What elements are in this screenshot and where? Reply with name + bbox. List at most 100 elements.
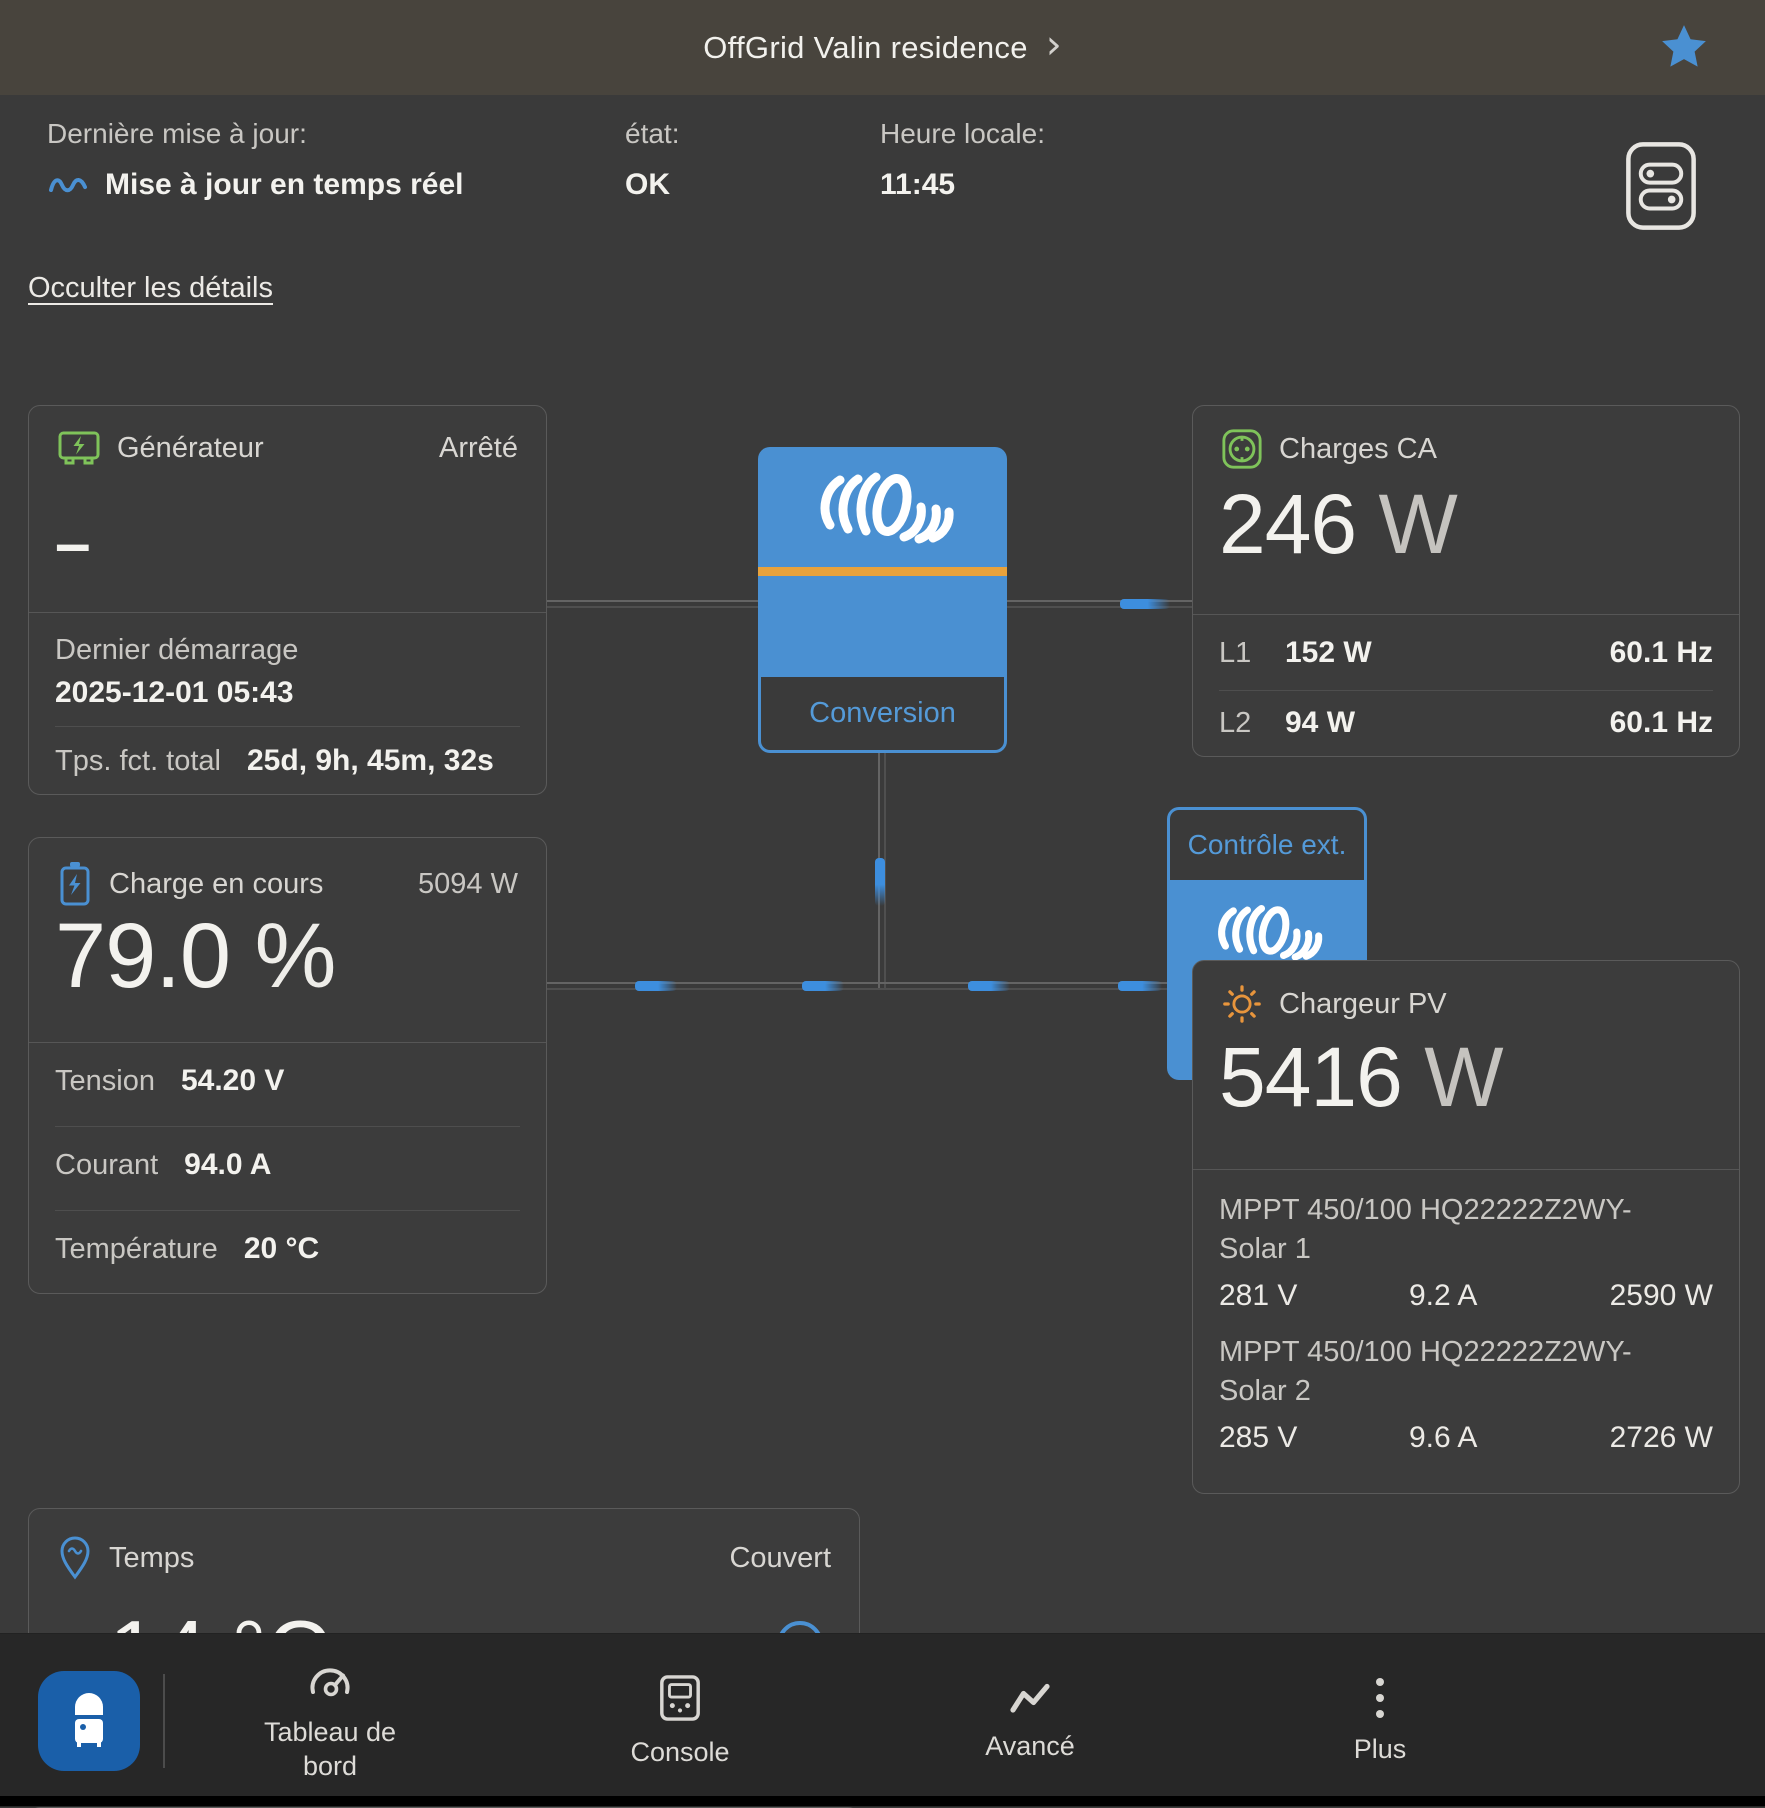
power-flow-dash (968, 981, 1010, 991)
battery-row: Courant 94.0 A (55, 1148, 271, 1182)
pv-power-value: 5416 (1219, 1030, 1402, 1124)
power-flow-dash (635, 981, 677, 991)
battery-card[interactable]: Charge en cours 5094 W 79.0 % Tension 54… (28, 837, 547, 1294)
status-last-update: Dernière mise à jour: Mise à jour en tem… (47, 118, 463, 202)
tracker-voltage: 285 V (1219, 1421, 1409, 1455)
realtime-wave-icon (47, 171, 89, 199)
runtime-value: 25d, 9h, 45m, 32s (247, 744, 494, 778)
ac-loads-card[interactable]: Charges CA 246 W L1 152 W 60.1 Hz L2 94 … (1192, 405, 1740, 757)
location-pin-icon (57, 1535, 93, 1581)
pv-tracker-name: MPPT 450/100 HQ22222Z2WY-Solar 2 (1219, 1333, 1699, 1411)
site-title-button[interactable]: OffGrid Valin residence › (703, 30, 1062, 66)
ac-power-unit: W (1379, 477, 1457, 571)
tracker-current: 9.6 A (1409, 1421, 1599, 1455)
tab-more[interactable]: Plus (1260, 1634, 1500, 1807)
ac-power-value: 246 (1219, 477, 1356, 571)
ac-line-row: L1 152 W 60.1 Hz (1219, 636, 1713, 670)
device-list-button[interactable] (38, 1671, 140, 1771)
tab-dashboard[interactable]: Tableau de bord (210, 1634, 450, 1807)
tracker-current: 9.2 A (1409, 1279, 1599, 1313)
generator-title: Générateur (117, 432, 264, 465)
line-freq: 60.1 Hz (1610, 636, 1713, 670)
tracker-power: 2726 W (1610, 1421, 1713, 1455)
bottom-navigation: Tableau de bord Console Avancé Plus (0, 1633, 1765, 1807)
tab-label: Plus (1354, 1732, 1407, 1766)
last-start-label: Dernier démarrage (55, 634, 298, 667)
victron-logo-icon (1208, 896, 1326, 968)
sun-icon (1221, 983, 1263, 1025)
chevron-right-icon: › (1046, 30, 1062, 60)
battery-row: Température 20 °C (55, 1232, 319, 1266)
tab-advanced[interactable]: Avancé (910, 1634, 1150, 1807)
tracker-power: 2590 W (1610, 1279, 1713, 1313)
wire-generator-inverter (545, 600, 759, 608)
battery-soc-value: 79.0 (55, 905, 230, 1007)
local-time-value: 11:45 (880, 168, 955, 202)
inverter-device-icon (69, 1693, 109, 1749)
home-indicator-strip (0, 1796, 1765, 1806)
generator-icon (57, 428, 101, 468)
line-watts: 152 W (1285, 636, 1372, 670)
gauge-icon (306, 1659, 354, 1703)
row-value: 54.20 V (181, 1064, 284, 1098)
row-label: Courant (55, 1149, 158, 1182)
inverter-device-image[interactable] (758, 447, 1007, 677)
power-flow-dash (1120, 599, 1170, 609)
top-bar: OffGrid Valin residence › (0, 0, 1765, 95)
last-update-label: Dernière mise à jour: (47, 118, 463, 150)
local-time-label: Heure locale: (880, 118, 1045, 150)
line-id: L2 (1219, 707, 1285, 740)
external-control-label: Contrôle ext. (1188, 829, 1347, 861)
ac-line-row: L2 94 W 60.1 Hz (1219, 706, 1713, 740)
line-id: L1 (1219, 637, 1285, 670)
pv-title: Chargeur PV (1279, 988, 1447, 1021)
row-value: 20 °C (244, 1232, 319, 1266)
toggles-icon (1625, 140, 1697, 232)
ac-socket-icon (1221, 428, 1263, 470)
power-flow-dash (1118, 981, 1162, 991)
row-value: 94.0 A (184, 1148, 271, 1182)
last-start-value: 2025-12-01 05:43 (55, 676, 294, 710)
controls-button[interactable] (1625, 140, 1697, 232)
pv-power-unit: W (1424, 1030, 1502, 1124)
page-title: OffGrid Valin residence (703, 30, 1028, 66)
state-value: OK (625, 168, 670, 202)
inverter-label: Conversion (809, 697, 956, 730)
status-state: état: OK (625, 118, 679, 202)
victron-logo-icon (807, 461, 959, 553)
nav-divider (163, 1674, 165, 1768)
row-label: Tension (55, 1065, 155, 1098)
tab-label: Console (630, 1735, 729, 1769)
last-update-value: Mise à jour en temps réel (105, 168, 463, 202)
favorite-star-icon[interactable] (1659, 22, 1709, 72)
battery-soc-unit: % (255, 905, 336, 1007)
generator-card[interactable]: Générateur Arrêté – Dernier démarrage 20… (28, 405, 547, 795)
chart-line-icon (1007, 1679, 1053, 1717)
power-flow-dash (802, 981, 844, 991)
tracker-voltage: 281 V (1219, 1279, 1409, 1313)
state-label: état: (625, 118, 679, 150)
hide-details-link[interactable]: Occulter les détails (28, 272, 273, 305)
generator-value: – (55, 506, 91, 580)
console-icon (658, 1673, 702, 1723)
pv-tracker-values: 285 V 9.6 A 2726 W (1219, 1421, 1713, 1455)
tab-label: Avancé (985, 1729, 1075, 1763)
status-local-time: Heure locale: 11:45 (880, 118, 1045, 202)
weather-condition: Couvert (729, 1542, 831, 1575)
pv-charger-card[interactable]: Chargeur PV 5416 W MPPT 450/100 HQ22222Z… (1192, 960, 1740, 1494)
inverter-label-box[interactable]: Conversion (758, 677, 1007, 753)
battery-title: Charge en cours (109, 868, 323, 901)
pv-tracker-name: MPPT 450/100 HQ22222Z2WY-Solar 1 (1219, 1191, 1699, 1269)
pv-tracker-values: 281 V 9.2 A 2590 W (1219, 1279, 1713, 1313)
battery-power: 5094 W (418, 868, 518, 901)
ac-loads-title: Charges CA (1279, 433, 1437, 466)
ellipsis-vertical-icon (1374, 1676, 1386, 1720)
tab-console[interactable]: Console (560, 1634, 800, 1807)
line-watts: 94 W (1285, 706, 1355, 740)
inverter-stripe (758, 567, 1007, 576)
weather-title: Temps (109, 1542, 194, 1575)
runtime-label: Tps. fct. total (55, 745, 221, 778)
generator-status: Arrêté (439, 432, 518, 465)
tab-label: Tableau de bord (245, 1715, 415, 1783)
power-flow-dash (875, 858, 885, 906)
